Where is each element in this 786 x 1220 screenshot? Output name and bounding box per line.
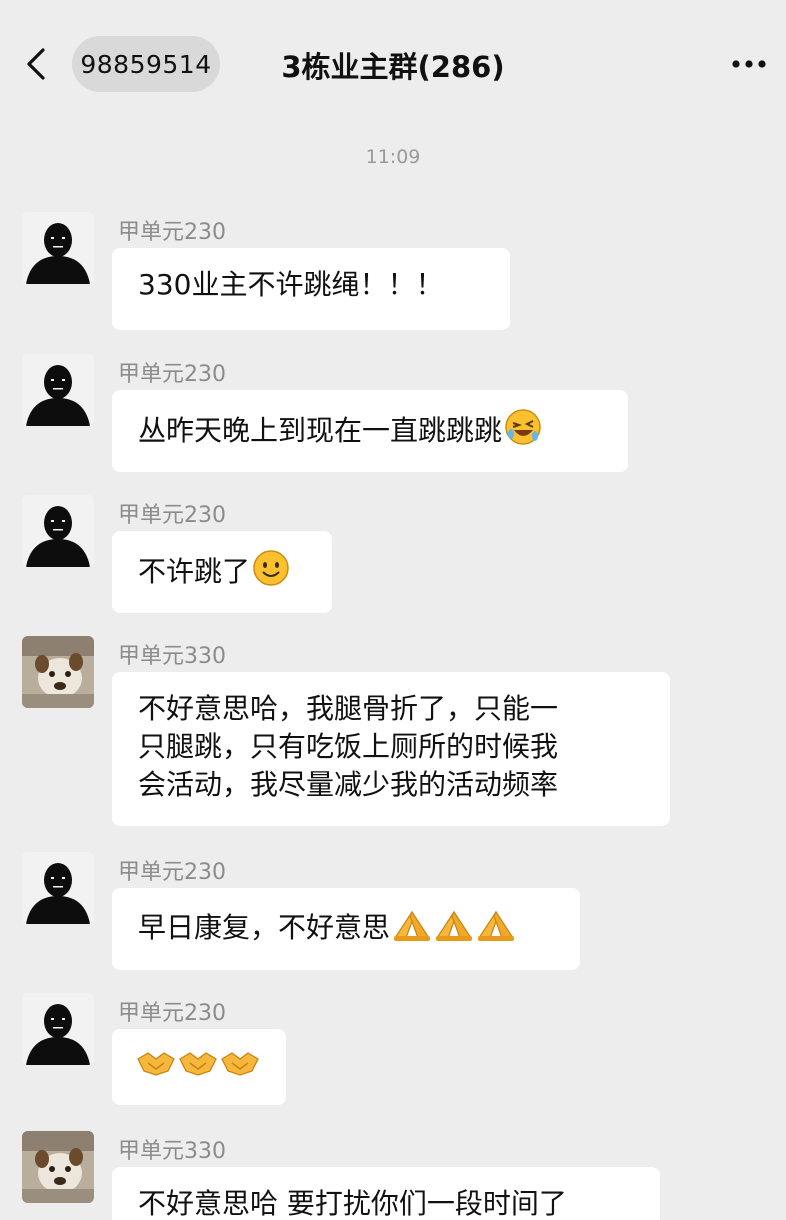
message-text-line: 不好意思哈，我腿骨折了，只能一 [138,692,559,725]
chat-title: 3栋业主群(286) [281,50,505,84]
sender-name: 甲单元230 [118,860,226,885]
message-text: 早日康复，不好意思 [138,911,391,944]
message-bubble[interactable]: 丛昨天晚上到现在一直跳跳跳 [112,390,628,472]
pray-icon [392,906,432,952]
message-text: 丛昨天晚上到现在一直跳跳跳 [138,414,503,447]
silhouette-avatar-icon [22,212,94,284]
avatar[interactable] [22,636,94,708]
message-bubble[interactable]: 不好意思哈，我腿骨折了，只能一 只腿跳，只有吃饭上厕所的时候我 会活动，我尽量减… [112,672,670,826]
avatar[interactable] [22,212,94,284]
laughing-tears-icon [504,408,542,456]
message-text: 不许跳了 [138,555,251,588]
avatar[interactable] [22,495,94,567]
handshake-icon [220,1047,260,1089]
message-bubble[interactable]: 330业主不许跳绳！！！ [112,248,510,330]
message-bubble[interactable] [112,1029,286,1105]
sender-name: 甲单元330 [118,644,226,669]
message-text: 不好意思哈 要打扰你们一段时间了 [138,1187,567,1220]
chat-screen: 98859514 3栋业主群(286) 11:09 甲单元230 330业主不许… [0,0,786,1220]
unread-count-badge[interactable]: 98859514 [72,36,220,92]
more-icon [732,60,766,68]
silhouette-avatar-icon [22,495,94,567]
sender-name: 甲单元230 [118,362,226,387]
pray-icon [434,906,474,952]
smile-icon [252,549,290,597]
message-timestamp: 11:09 [365,146,421,168]
avatar[interactable] [22,993,94,1065]
message-text-line: 会活动，我尽量减少我的活动频率 [138,768,559,801]
handshake-icon [178,1047,218,1089]
dog-photo-avatar-icon [22,1131,94,1203]
avatar[interactable] [22,354,94,426]
message-bubble[interactable]: 不好意思哈 要打扰你们一段时间了 [112,1167,660,1220]
message-bubble[interactable]: 早日康复，不好意思 [112,888,580,970]
silhouette-avatar-icon [22,993,94,1065]
back-button[interactable] [18,44,54,84]
avatar[interactable] [22,1131,94,1203]
handshake-icon [136,1047,176,1089]
more-button[interactable] [724,44,774,84]
message-bubble[interactable]: 不许跳了 [112,531,332,613]
pray-icon [476,906,516,952]
message-text: 330业主不许跳绳！！！ [138,268,444,301]
silhouette-avatar-icon [22,354,94,426]
message-text-line: 只腿跳，只有吃饭上厕所的时候我 [138,730,559,763]
dog-photo-avatar-icon [22,636,94,708]
sender-name: 甲单元330 [118,1139,226,1164]
chevron-left-icon [27,48,45,80]
sender-name: 甲单元230 [118,1001,226,1026]
chat-header: 98859514 3栋业主群(286) [0,0,786,130]
avatar[interactable] [22,852,94,924]
sender-name: 甲单元230 [118,220,226,245]
sender-name: 甲单元230 [118,503,226,528]
silhouette-avatar-icon [22,852,94,924]
